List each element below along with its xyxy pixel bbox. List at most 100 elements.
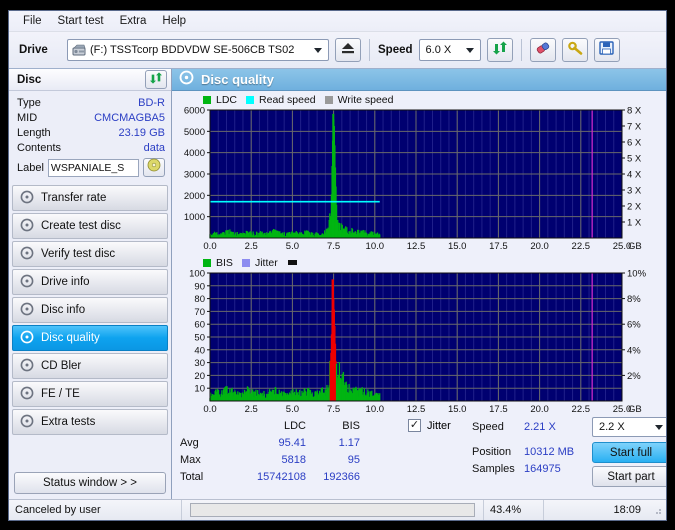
resize-grip[interactable] xyxy=(651,504,663,516)
svg-text:0.0: 0.0 xyxy=(203,241,216,252)
svg-text:40: 40 xyxy=(194,345,205,356)
position-label: Position xyxy=(472,446,512,458)
sidebar-nav: Transfer rate Create test disc Verify te… xyxy=(9,185,171,435)
disc-info-row-contents: Contents data xyxy=(17,140,165,155)
jitter-scale-marker xyxy=(287,260,297,265)
sidebar-item-verify-test-disc[interactable]: Verify test disc xyxy=(12,241,168,267)
sidebar-item-fe-te[interactable]: FE / TE xyxy=(12,381,168,407)
disc-label-input[interactable]: WSPANIALE_S xyxy=(47,158,139,177)
sidebar-item-extra-tests[interactable]: Extra tests xyxy=(12,409,168,435)
sidebar-item-label: Extra tests xyxy=(41,416,96,428)
menu-item-help[interactable]: Help xyxy=(154,13,194,29)
disc-length-value: 23.19 GB xyxy=(118,126,165,139)
menu-item-start-test[interactable]: Start test xyxy=(50,13,112,29)
cd-bler-icon xyxy=(20,358,34,375)
svg-text:70: 70 xyxy=(194,307,205,318)
svg-text:GB: GB xyxy=(628,404,642,415)
drive-icon xyxy=(70,44,86,57)
sidebar-item-label: FE / TE xyxy=(41,388,80,400)
chart-bottom[interactable]: 10 20 30 40 50 60 70 80 90 100 2% 4% 6% 8% 10% 0.0 2.5 5.… xyxy=(172,269,666,417)
sidebar-item-transfer-rate[interactable]: Transfer rate xyxy=(12,185,168,211)
disc-label-row: Label WSPANIALE_S xyxy=(17,158,165,177)
progress-percent: 43.4% xyxy=(484,500,544,520)
status-message: Canceled by user xyxy=(9,500,182,520)
sidebar-item-drive-info[interactable]: Drive info xyxy=(12,269,168,295)
disc-label-button[interactable] xyxy=(143,158,165,177)
svg-text:90: 90 xyxy=(194,281,205,292)
disc-test-icon xyxy=(20,190,34,207)
svg-text:8%: 8% xyxy=(627,294,641,305)
disc-quality-icon xyxy=(20,330,34,347)
svg-text:5.0: 5.0 xyxy=(286,404,299,415)
stats-value-max-bis: 95 xyxy=(347,454,360,466)
chevron-down-icon[interactable] xyxy=(310,40,326,60)
disc-info-row-type: Type BD-R xyxy=(17,95,165,110)
chevron-down-icon[interactable] xyxy=(462,40,478,60)
legend-label-ldc: LDC xyxy=(216,93,238,106)
chart-top[interactable]: 1000 2000 3000 4000 5000 6000 1 X 2 X 3 X 4 X 5 X 6… xyxy=(172,106,666,254)
stats-row-label-max: Max xyxy=(180,454,201,466)
disc-refresh-button[interactable] xyxy=(145,70,167,89)
save-button[interactable] xyxy=(593,38,620,62)
stats-row-label-avg: Avg xyxy=(180,437,199,449)
samples-label: Samples xyxy=(472,463,515,475)
start-full-button[interactable]: Start full xyxy=(592,442,666,463)
drive-select[interactable]: (F:) TSSTcorp BDDVDW SE-506CB TS02 xyxy=(67,39,329,61)
app-window: File Start test Extra Help Drive (F:) TS… xyxy=(8,10,667,521)
refresh-button[interactable] xyxy=(486,38,513,62)
disc-label-label: Label xyxy=(17,161,44,174)
svg-text:GB: GB xyxy=(628,241,642,252)
svg-text:12.5: 12.5 xyxy=(407,404,426,415)
menu-item-file[interactable]: File xyxy=(15,13,50,29)
disc-mid-value: CMCMAGBA5 xyxy=(94,111,165,124)
sidebar-item-label: Verify test disc xyxy=(41,248,116,260)
svg-text:7 X: 7 X xyxy=(627,122,642,133)
erase-button[interactable] xyxy=(529,38,556,62)
speed-select[interactable]: 6.0 X xyxy=(418,39,481,61)
svg-text:2000: 2000 xyxy=(184,191,205,202)
svg-text:3 X: 3 X xyxy=(627,186,642,197)
drive-info-icon xyxy=(20,274,34,291)
svg-text:2 X: 2 X xyxy=(627,202,642,213)
svg-text:7.5: 7.5 xyxy=(327,404,340,415)
sidebar-item-label: Disc quality xyxy=(41,332,100,344)
svg-text:17.5: 17.5 xyxy=(489,241,508,252)
stats-header-ldc: LDC xyxy=(283,420,306,432)
test-speed-select[interactable]: 2.2 X xyxy=(592,417,666,437)
svg-text:2.5: 2.5 xyxy=(245,241,258,252)
sidebar-item-cd-bler[interactable]: CD Bler xyxy=(12,353,168,379)
legend-swatch-read-speed xyxy=(246,95,255,104)
disc-panel-header: Disc xyxy=(9,69,171,91)
progress-bar-cell xyxy=(182,500,484,520)
speed-label: Speed xyxy=(378,44,413,56)
sidebar-item-disc-info[interactable]: Disc info xyxy=(12,297,168,323)
save-icon xyxy=(599,40,614,60)
sidebar-item-create-test-disc[interactable]: Create test disc xyxy=(12,213,168,239)
svg-text:100: 100 xyxy=(189,269,205,280)
start-part-button[interactable]: Start part xyxy=(592,466,666,487)
svg-text:10: 10 xyxy=(194,384,205,395)
settings-icon xyxy=(567,41,583,60)
sidebar: Disc Type BD-R MID CMCMAGBA5 Length 23.1… xyxy=(9,69,172,499)
stats-value-total-ldc: 15742108 xyxy=(257,471,306,483)
svg-text:15.0: 15.0 xyxy=(448,241,467,252)
svg-text:6000: 6000 xyxy=(184,106,205,117)
jitter-checkbox[interactable]: ✓ xyxy=(408,419,421,432)
stats-value-avg-ldc: 95.41 xyxy=(278,437,306,449)
eject-button[interactable] xyxy=(335,38,361,62)
stats-value-avg-bis: 1.17 xyxy=(338,437,360,449)
svg-text:7.5: 7.5 xyxy=(327,241,340,252)
status-window-button[interactable]: Status window > > xyxy=(14,472,166,494)
menu-item-extra[interactable]: Extra xyxy=(112,13,155,29)
sidebar-item-disc-quality[interactable]: Disc quality xyxy=(12,325,168,351)
main-header: Disc quality xyxy=(172,69,666,91)
svg-text:10%: 10% xyxy=(627,269,647,280)
legend-label-jitter: Jitter xyxy=(254,256,278,269)
charts-area: LDC Read speed Write speed 1000 2000 3000 4… xyxy=(172,91,666,417)
jitter-toggle[interactable]: ✓ Jitter xyxy=(408,419,451,432)
disc-panel-title: Disc xyxy=(17,73,42,86)
settings-button[interactable] xyxy=(561,38,588,62)
chevron-down-icon[interactable] xyxy=(651,417,666,437)
refresh-icon xyxy=(149,71,163,89)
svg-text:4%: 4% xyxy=(627,345,641,356)
